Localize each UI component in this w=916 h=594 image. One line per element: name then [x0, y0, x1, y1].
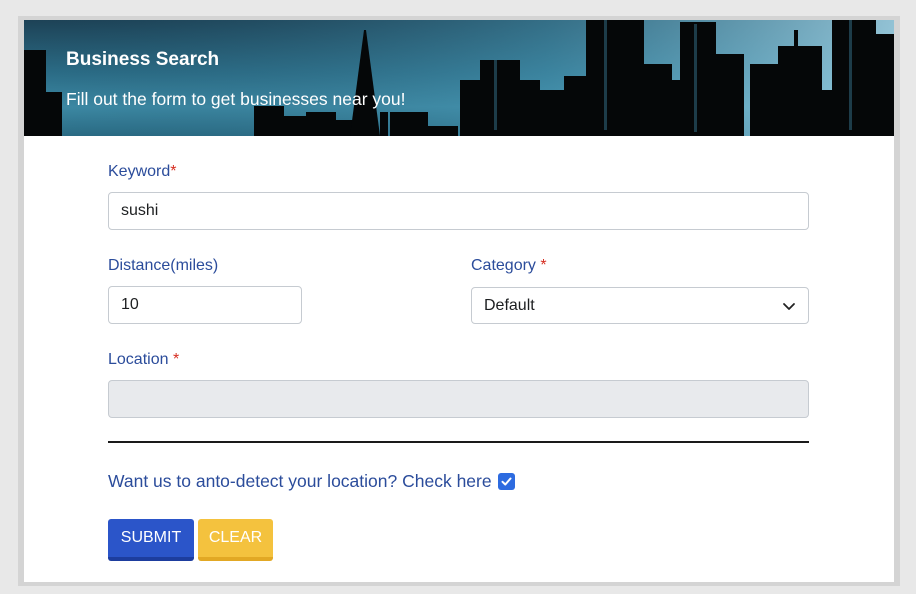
location-required-mark: *: [172, 351, 180, 368]
check-icon: [501, 477, 512, 486]
autodetect-label: Want us to anto-detect your location? Ch…: [108, 471, 492, 491]
location-input[interactable]: [108, 380, 809, 418]
keyword-input[interactable]: [108, 192, 809, 230]
location-label: Location *: [108, 351, 179, 369]
page-subtitle: Fill out the form to get businesses near…: [66, 89, 406, 109]
chevron-down-icon: [783, 302, 795, 310]
page-title: Business Search: [66, 49, 220, 70]
autodetect-row: Want us to anto-detect your location? Ch…: [108, 471, 515, 492]
keyword-label: Keyword*: [108, 163, 176, 181]
category-selected-value: Default: [484, 296, 535, 314]
city-skyline-image: [24, 20, 894, 136]
header-banner: Business Search Fill out the form to get…: [24, 20, 894, 136]
category-select[interactable]: Default: [471, 287, 809, 324]
submit-button[interactable]: SUBMIT: [108, 519, 194, 561]
category-required-mark: *: [540, 257, 547, 274]
distance-label: Distance(miles): [108, 257, 219, 274]
form-divider: [108, 441, 809, 443]
page-frame: Business Search Fill out the form to get…: [18, 16, 900, 586]
keyword-label-text: Keyword: [108, 163, 171, 180]
category-label: Category *: [471, 257, 547, 275]
distance-input[interactable]: [108, 286, 302, 324]
keyword-required-mark: *: [170, 163, 177, 180]
location-label-text: Location: [108, 351, 169, 368]
autodetect-checkbox[interactable]: [497, 473, 515, 490]
category-label-text: Category: [471, 257, 536, 274]
clear-button[interactable]: CLEAR: [198, 519, 273, 561]
search-card: Business Search Fill out the form to get…: [24, 20, 894, 582]
